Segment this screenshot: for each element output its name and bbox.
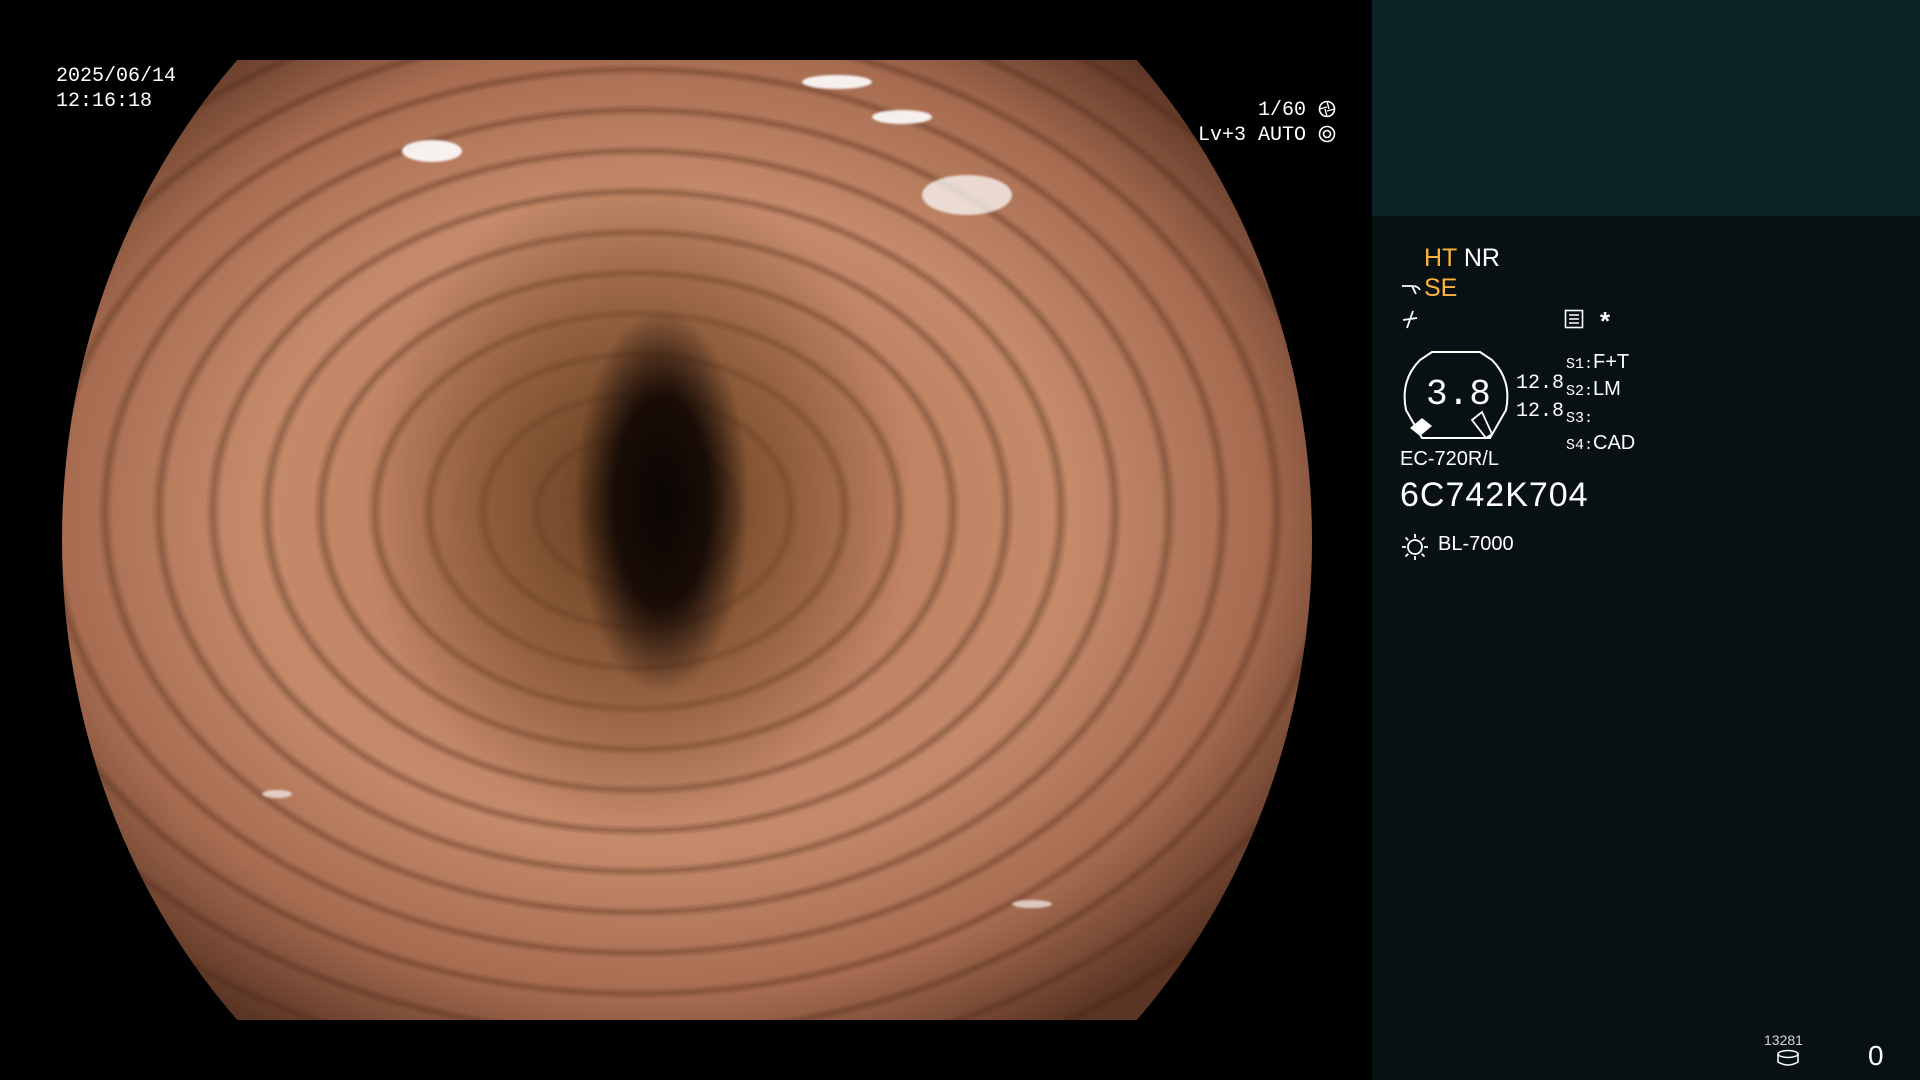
specular-highlight <box>262 790 292 798</box>
exposure-readout: 1/60 Lv+3 AUTO <box>1198 98 1336 148</box>
brightness-level: Lv+3 <box>1197 124 1246 147</box>
auto-iris-icon <box>1318 125 1336 143</box>
time-text: 12:16:18 <box>56 90 153 113</box>
endoscope-view: 2025/06/14 12:16:18 1/60 Lv+3 AUTO <box>0 0 1372 1080</box>
ht-nr-row: HT NR <box>1424 244 1500 273</box>
date-text: 2025/06/14 <box>56 65 177 88</box>
endoscope-image <box>62 60 1312 1020</box>
shutter-row: 1/60 <box>1198 98 1336 123</box>
specular-highlight <box>802 75 872 89</box>
switch-assignments: S1:F+T S2:LM S3: S4:CAD <box>1566 350 1635 458</box>
colon-lumen-image <box>62 60 1312 1020</box>
specular-highlight <box>922 175 1012 215</box>
asterisk-indicator: * <box>1600 306 1611 336</box>
disk-icon <box>1777 1049 1799 1066</box>
specular-highlight <box>1012 900 1052 908</box>
image-counter: 0 <box>1868 1040 1884 1071</box>
light-source: BL-7000 <box>1438 533 1514 555</box>
switch-s1: S1:F+T <box>1566 351 1630 373</box>
specular-highlight <box>872 110 932 124</box>
iris-row: Lv+3 AUTO <box>1198 123 1336 148</box>
gauge-left-value: 12.8 <box>1516 372 1565 395</box>
memory-icon <box>1564 309 1584 329</box>
gauge-value: 3.8 <box>1426 374 1491 415</box>
scope-serial: 6C742K704 <box>1400 476 1589 514</box>
se-indicator: SE <box>1424 274 1458 302</box>
ht-indicator: HT <box>1424 244 1457 272</box>
iris-mode: AUTO <box>1257 124 1306 147</box>
gauge-right-value: 12.8 <box>1516 400 1565 423</box>
scope-model: EC-720R/L <box>1400 448 1499 470</box>
info-panel: HT NR SE * 3.8 12.8 12.8 S1:F+T S2:LM S3… <box>1372 0 1920 1080</box>
shutter-speed: 1/60 <box>1257 99 1306 122</box>
scope-bend-icon <box>1402 285 1421 295</box>
nr-indicator: NR <box>1463 244 1500 272</box>
switch-s4: S4:CAD <box>1566 432 1636 454</box>
panel-header-area <box>1372 0 1920 216</box>
sun-lamp-icon <box>1402 534 1428 560</box>
date-time-stamp: 2025/06/14 12:16:18 <box>56 64 176 114</box>
switch-s3: S3: <box>1566 410 1594 427</box>
shutter-icon <box>1318 100 1336 118</box>
switch-s2: S2:LM <box>1566 378 1621 400</box>
enhance-icon <box>1402 310 1418 329</box>
specular-highlight <box>402 140 462 162</box>
storage-count: 13281 <box>1764 1032 1803 1048</box>
